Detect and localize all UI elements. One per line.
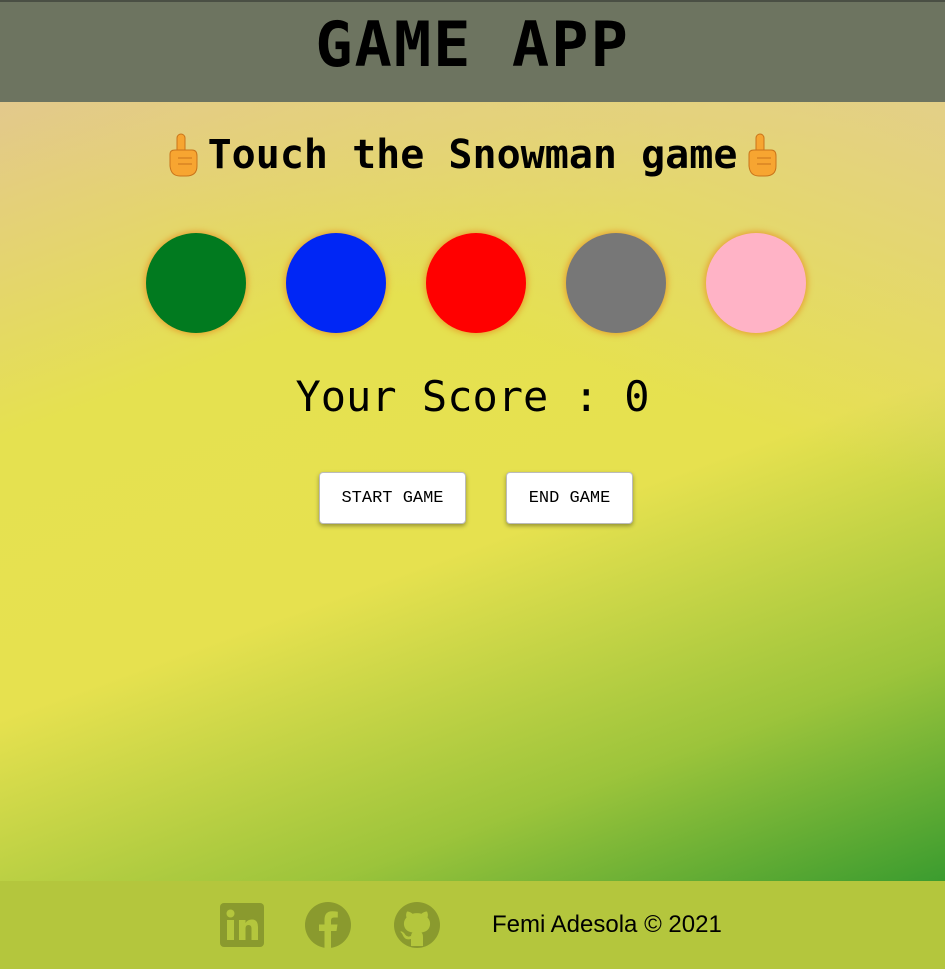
start-game-button[interactable]: START GAME bbox=[319, 472, 466, 524]
github-icon[interactable] bbox=[393, 901, 441, 949]
app-footer: Femi Adesola © 2021 bbox=[0, 881, 945, 969]
game-subtitle: Touch the Snowman game bbox=[0, 132, 945, 178]
pointing-up-hand-icon bbox=[745, 132, 779, 178]
copyright-text: Femi Adesola © 2021 bbox=[492, 911, 722, 938]
end-game-button[interactable]: END GAME bbox=[506, 472, 633, 524]
circle-pink[interactable] bbox=[706, 233, 806, 333]
app-header: GAME APP bbox=[0, 0, 945, 102]
circle-blue[interactable] bbox=[286, 233, 386, 333]
game-controls: START GAME END GAME bbox=[319, 472, 633, 524]
facebook-icon[interactable] bbox=[304, 901, 352, 949]
game-area: Touch the Snowman game Your Score : 0 ST… bbox=[0, 102, 945, 881]
score-display: Your Score : 0 bbox=[295, 372, 650, 421]
circle-red[interactable] bbox=[426, 233, 526, 333]
circle-row bbox=[146, 233, 806, 333]
circle-gray[interactable] bbox=[566, 233, 666, 333]
linkedin-icon[interactable] bbox=[218, 901, 266, 949]
pointing-up-hand-icon bbox=[166, 132, 200, 178]
subtitle-text: Touch the Snowman game bbox=[207, 132, 738, 178]
circle-green[interactable] bbox=[146, 233, 246, 333]
app-title: GAME APP bbox=[315, 7, 630, 81]
